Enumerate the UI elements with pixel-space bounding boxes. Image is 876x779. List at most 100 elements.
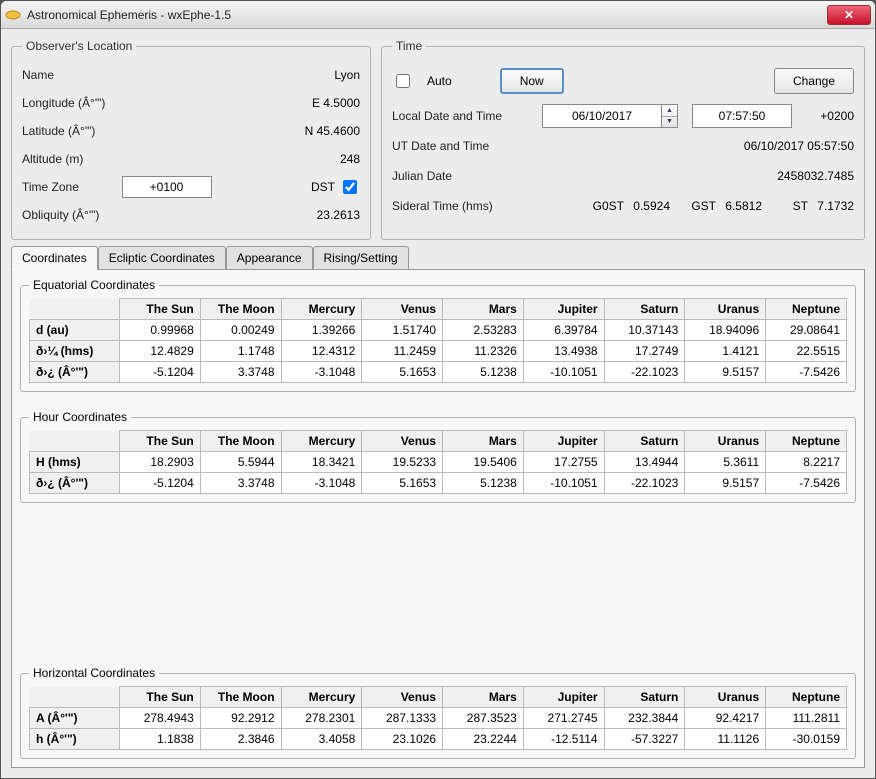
col-header: Mars [443,431,524,452]
table-cell: 22.5515 [766,341,847,362]
horizontal-legend: Horizontal Coordinates [29,666,159,680]
auto-checkbox[interactable] [396,74,410,88]
titlebar[interactable]: Astronomical Ephemeris - wxEphe-1.5 ✕ [1,1,875,29]
tab-strip: Coordinates Ecliptic Coordinates Appeara… [11,246,865,270]
col-header: The Moon [200,687,281,708]
tab-rising-setting[interactable]: Rising/Setting [313,246,409,270]
table-cell: 0.99968 [120,320,201,341]
col-header: Venus [362,299,443,320]
table-cell: 2.53283 [443,320,524,341]
st-label: ST [768,199,808,213]
dst-checkbox[interactable] [343,180,357,194]
local-time-input[interactable] [692,104,792,128]
table-cell: 287.1333 [362,708,443,729]
app-icon [5,7,21,23]
equatorial-table: The SunThe MoonMercuryVenusMarsJupiterSa… [29,298,847,383]
tab-body: Equatorial Coordinates The SunThe MoonMe… [11,269,865,768]
tab-coordinates[interactable]: Coordinates [11,246,98,270]
table-cell: 3.3748 [200,362,281,383]
table-cell: 5.1238 [443,473,524,494]
gst-label: GST [676,199,716,213]
table-cell: 3.4058 [281,729,362,750]
table-cell: 18.3421 [281,452,362,473]
table-cell: 3.3748 [200,473,281,494]
table-cell: -57.3227 [604,729,685,750]
table-cell: 11.1126 [685,729,766,750]
equatorial-legend: Equatorial Coordinates [29,278,159,292]
table-cell: 278.4943 [120,708,201,729]
local-date-input[interactable] [542,104,662,128]
table-cell: 1.1748 [200,341,281,362]
longitude-value: E 4.5000 [312,96,360,110]
latitude-value: N 45.4600 [305,124,360,138]
table-cell: 6.39784 [523,320,604,341]
table-cell: 13.4944 [604,452,685,473]
col-header: Saturn [604,687,685,708]
latitude-label: Latitude (Â°'") [22,124,305,138]
now-button[interactable]: Now [500,68,564,94]
tab-appearance[interactable]: Appearance [226,246,313,270]
col-header: Venus [362,687,443,708]
col-header: The Moon [200,299,281,320]
spinner-down-icon[interactable]: ▼ [662,117,677,128]
close-button[interactable]: ✕ [827,5,871,25]
table-cell: -3.1048 [281,473,362,494]
table-cell: 5.5944 [200,452,281,473]
table-cell: 111.2811 [766,708,847,729]
timezone-input[interactable] [122,176,212,198]
row-header: ð›¿ (Â°'") [30,473,120,494]
table-cell: 5.1653 [362,473,443,494]
table-cell: -7.5426 [766,362,847,383]
table-cell: 92.2912 [200,708,281,729]
local-offset: +0200 [820,109,854,123]
col-header: Saturn [604,431,685,452]
st-value: 7.1732 [814,199,854,213]
time-panel: Time Auto Now Change Local Date and Time… [381,39,865,240]
gst-value: 6.5812 [722,199,762,213]
table-cell: 92.4217 [685,708,766,729]
table-cell: 19.5406 [443,452,524,473]
col-header: Mercury [281,431,362,452]
table-cell: 17.2749 [604,341,685,362]
sidereal-values: G0ST 0.5924 GST 6.5812 ST 7.1732 [584,199,854,213]
col-header: Mars [443,687,524,708]
row-header: A (Â°'") [30,708,120,729]
horizontal-panel: Horizontal Coordinates The SunThe MoonMe… [20,666,856,759]
table-cell: 9.5157 [685,362,766,383]
col-header: Jupiter [523,299,604,320]
sidereal-label: Sideral Time (hms) [392,199,542,213]
hour-panel: Hour Coordinates The SunThe MoonMercuryV… [20,410,856,503]
timezone-label: Time Zone [22,180,122,194]
table-cell: -30.0159 [766,729,847,750]
table-cell: 11.2326 [443,341,524,362]
table-cell: 17.2755 [523,452,604,473]
table-cell: 19.5233 [362,452,443,473]
table-cell: 0.00249 [200,320,281,341]
row-header: h (Â°'") [30,729,120,750]
time-legend: Time [392,39,426,53]
col-header: Uranus [685,431,766,452]
local-label: Local Date and Time [392,109,542,123]
col-header: Mercury [281,299,362,320]
col-header: Uranus [685,299,766,320]
col-header: Venus [362,431,443,452]
row-header: H (hms) [30,452,120,473]
change-button[interactable]: Change [774,68,854,94]
tab-ecliptic[interactable]: Ecliptic Coordinates [98,246,226,270]
dst-label: DST [311,180,335,194]
table-cell: 18.94096 [685,320,766,341]
table-cell: 13.4938 [523,341,604,362]
table-cell: -10.1051 [523,473,604,494]
col-header: Uranus [685,687,766,708]
col-header: The Sun [120,687,201,708]
table-cell: 29.08641 [766,320,847,341]
table-cell: 232.3844 [604,708,685,729]
close-icon: ✕ [844,8,854,22]
col-header: The Sun [120,431,201,452]
table-cell: -5.1204 [120,362,201,383]
app-window: Astronomical Ephemeris - wxEphe-1.5 ✕ Ob… [0,0,876,779]
table-cell: 5.3611 [685,452,766,473]
spinner-up-icon[interactable]: ▲ [662,105,677,117]
auto-label: Auto [427,74,452,88]
date-spinner[interactable]: ▲▼ [662,104,678,128]
